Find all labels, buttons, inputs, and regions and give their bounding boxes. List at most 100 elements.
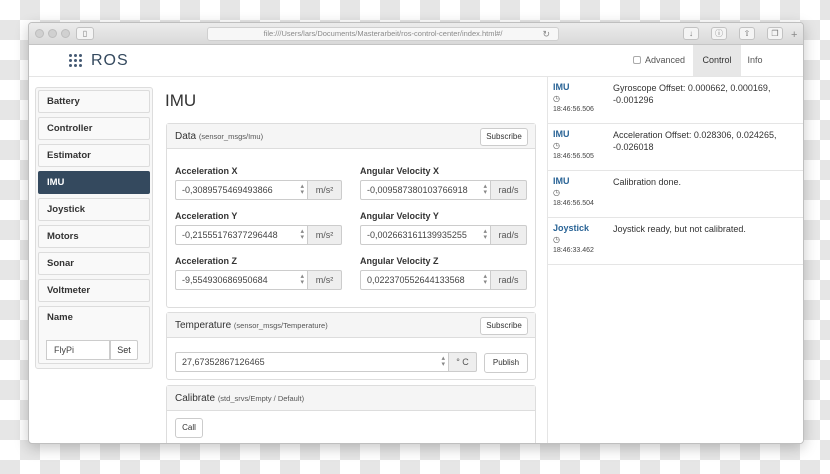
clock-icon: ◷ (553, 188, 560, 197)
tab-control[interactable]: Control (693, 45, 741, 76)
data-panel-title: Data (sensor_msgs/Imu) (175, 131, 263, 142)
url-text: file:///Users/lars/Documents/Masterarbei… (263, 29, 503, 38)
sidebar-toggle-icon[interactable]: ▯ (76, 27, 94, 40)
grid-icon (69, 54, 83, 68)
accel-x-label: Acceleration X (175, 166, 238, 176)
accel-z-value: -9,554930686950684 (182, 275, 268, 285)
sidebar-item-controller[interactable]: Controller (38, 117, 150, 140)
share-icon[interactable]: ⇧ (739, 27, 755, 40)
log-message: Acceleration Offset: 0.028306, 0.024265,… (613, 130, 777, 152)
sidebar-item-imu[interactable]: IMU (38, 171, 150, 194)
accel-y-unit: m/s² (308, 225, 342, 245)
set-name-button[interactable]: Set (110, 340, 138, 360)
angvel-y-unit: rad/s (491, 225, 527, 245)
temperature-value: 27,67352867126465 (182, 357, 265, 367)
angvel-x-input[interactable]: -0,009587380103766918 ▴ ▾ (360, 180, 491, 200)
temperature-unit: ° C (449, 352, 477, 372)
stepper-icon[interactable]: ▴ ▾ (300, 273, 304, 286)
calibrate-panel-title: Calibrate (std_srvs/Empty / Default) (175, 393, 304, 404)
data-subscribe-button[interactable]: Subscribe (480, 128, 528, 146)
log-source[interactable]: IMU (553, 176, 570, 186)
clock-icon: ◷ (553, 141, 560, 150)
temperature-panel-header: Temperature (sensor_msgs/Temperature) Su… (167, 313, 535, 338)
log-time: 18:46:56.505 (553, 153, 594, 160)
zoom-window-button[interactable] (61, 29, 70, 38)
brand-text: ROS (91, 52, 129, 69)
stepper-icon[interactable]: ▴ ▾ (300, 228, 304, 241)
call-button[interactable]: Call (175, 418, 203, 438)
accel-y-input[interactable]: -0,21555176377296448 ▴ ▾ (175, 225, 308, 245)
sidebar-item-voltmeter[interactable]: Voltmeter (38, 279, 150, 302)
angvel-y-label: Angular Velocity Y (360, 211, 439, 221)
log-time: 18:46:56.504 (553, 200, 594, 207)
temperature-subscribe-button[interactable]: Subscribe (480, 317, 528, 335)
download-icon[interactable]: ↓ (683, 27, 699, 40)
angvel-x-label: Angular Velocity X (360, 166, 440, 176)
stepper-icon[interactable]: ▴ ▾ (483, 273, 487, 286)
stepper-icon[interactable]: ▴ ▾ (300, 183, 304, 196)
angvel-z-input[interactable]: 0,022370552644133568 ▴ ▾ (360, 270, 491, 290)
log-message: Gyroscope Offset: 0.000662, 0.000169, -0… (613, 83, 771, 105)
reload-icon[interactable]: ↻ (542, 28, 550, 40)
log-time: 18:46:56.506 (553, 106, 594, 113)
accel-y-label: Acceleration Y (175, 211, 238, 221)
log-entry: Joystick ◷ 18:46:33.462 Joystick ready, … (548, 218, 803, 265)
stepper-icon[interactable]: ▴ ▾ (441, 355, 445, 368)
angvel-y-value: -0,002663161139935255 (367, 230, 467, 240)
calibrate-panel-header: Calibrate (std_srvs/Empty / Default) (167, 386, 535, 411)
log-panel: IMU ◷ 18:46:56.506 Gyroscope Offset: 0.0… (547, 77, 803, 443)
log-message: Calibration done. (613, 177, 682, 187)
accel-x-value: -0,3089575469493866 (182, 185, 273, 195)
accel-z-input[interactable]: -9,554930686950684 ▴ ▾ (175, 270, 308, 290)
tab-info[interactable]: Info (741, 45, 769, 76)
calibrate-panel: Calibrate (std_srvs/Empty / Default) Cal… (166, 385, 536, 443)
name-input[interactable]: FlyPi (46, 340, 110, 360)
angvel-y-input[interactable]: -0,002663161139935255 ▴ ▾ (360, 225, 491, 245)
new-tab-icon[interactable]: + (791, 29, 797, 41)
temperature-title-text: Temperature (175, 320, 232, 331)
calibrate-type-text: (std_srvs/Empty / Default) (217, 394, 305, 403)
sidebar-item-motors[interactable]: Motors (38, 225, 150, 248)
data-title-text: Data (175, 131, 197, 142)
accel-x-input[interactable]: -0,3089575469493866 ▴ ▾ (175, 180, 308, 200)
data-panel: Data (sensor_msgs/Imu) Subscribe Acceler… (166, 123, 536, 308)
data-type-text: (sensor_msgs/Imu) (198, 132, 264, 141)
clock-icon: ◷ (553, 94, 560, 103)
sidebar-item-battery[interactable]: Battery (38, 90, 150, 113)
log-entry: IMU ◷ 18:46:56.504 Calibration done. (548, 171, 803, 218)
log-message: Joystick ready, but not calibrated. (613, 224, 746, 234)
accel-y-value: -0,21555176377296448 (182, 230, 278, 240)
angvel-x-value: -0,009587380103766918 (367, 185, 468, 195)
temperature-input[interactable]: 27,67352867126465 ▴ ▾ (175, 352, 449, 372)
log-source[interactable]: IMU (553, 129, 570, 139)
log-entry: IMU ◷ 18:46:56.505 Acceleration Offset: … (548, 124, 803, 171)
sidebar-item-joystick[interactable]: Joystick (38, 198, 150, 221)
url-bar[interactable]: file:///Users/lars/Documents/Masterarbei… (207, 27, 559, 41)
advanced-toggle[interactable]: Advanced (633, 55, 685, 65)
sidebar-item-sonar[interactable]: Sonar (38, 252, 150, 275)
temperature-panel-title: Temperature (sensor_msgs/Temperature) (175, 320, 328, 331)
log-source[interactable]: Joystick (553, 223, 589, 233)
close-window-button[interactable] (35, 29, 44, 38)
sidebar: Battery Controller Estimator IMU Joystic… (35, 87, 153, 369)
page-title: IMU (165, 91, 197, 110)
publish-button[interactable]: Publish (484, 353, 528, 373)
app-navbar: ROS Advanced Control Info (29, 45, 803, 77)
sidebar-item-estimator[interactable]: Estimator (38, 144, 150, 167)
stepper-icon[interactable]: ▴ ▾ (483, 228, 487, 241)
log-time: 18:46:33.462 (553, 247, 594, 254)
accel-z-unit: m/s² (308, 270, 342, 290)
accel-x-unit: m/s² (308, 180, 342, 200)
name-label: Name (47, 312, 73, 323)
advanced-checkbox[interactable] (633, 56, 641, 64)
angvel-z-label: Angular Velocity Z (360, 256, 439, 266)
log-source[interactable]: IMU (553, 82, 570, 92)
log-entry: IMU ◷ 18:46:56.506 Gyroscope Offset: 0.0… (548, 77, 803, 124)
browser-window: ▯ file:///Users/lars/Documents/Masterarb… (28, 22, 804, 444)
minimize-window-button[interactable] (48, 29, 57, 38)
stepper-icon[interactable]: ▴ ▾ (483, 183, 487, 196)
advanced-label: Advanced (645, 55, 686, 65)
info-icon[interactable]: ⓘ (711, 27, 727, 40)
accel-z-label: Acceleration Z (175, 256, 238, 266)
tabs-icon[interactable]: ❐ (767, 27, 783, 40)
